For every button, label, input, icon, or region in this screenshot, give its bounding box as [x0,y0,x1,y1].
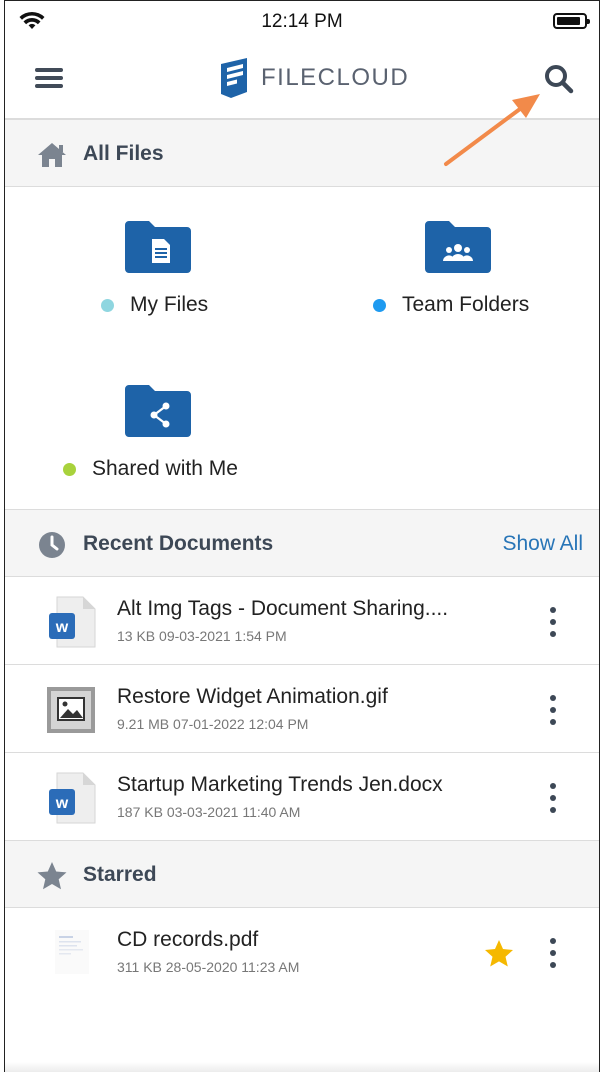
app-screen: 12:14 PM FILECLOUD All Files My Files Te… [4,0,600,1072]
file-name: Startup Marketing Trends Jen.docx [117,773,443,796]
folder-label: My Files [130,293,209,316]
more-options-icon[interactable] [547,783,559,813]
search-icon[interactable] [539,61,579,97]
folder-document-icon [125,221,191,273]
folder-team-icon [425,221,491,273]
folder-label: Shared with Me [92,457,238,480]
starred-star-icon[interactable] [483,938,515,970]
list-item[interactable]: w Alt Img Tags - Document Sharing.... 13… [5,577,599,665]
list-item[interactable]: CD records.pdf 311 KB 28-05-2020 11:23 A… [5,908,599,996]
filecloud-logo-icon [221,58,247,98]
app-header: FILECLOUD [5,41,599,119]
image-file-icon [47,687,95,733]
all-files-header: All Files [5,119,599,187]
file-name: Restore Widget Animation.gif [117,685,388,708]
file-name: CD records.pdf [117,928,259,951]
status-dot [63,462,76,476]
list-item[interactable]: Restore Widget Animation.gif 9.21 MB 07-… [5,665,599,753]
section-title: Recent Documents [83,532,274,555]
file-meta: 13 KB 09-03-2021 1:54 PM [117,628,287,644]
section-title: All Files [83,142,164,165]
starred-header: Starred [5,840,599,908]
more-options-icon[interactable] [547,695,559,725]
svg-text:w: w [55,795,69,812]
more-options-icon[interactable] [547,938,559,968]
star-icon [37,862,67,890]
status-bar: 12:14 PM [5,1,599,41]
file-name: Alt Img Tags - Document Sharing.... [117,597,449,620]
folder-share-icon [125,385,191,437]
list-item[interactable]: w Startup Marketing Trends Jen.docx 187 … [5,753,599,841]
status-dot [101,298,114,312]
home-icon [38,143,66,167]
battery-icon [553,13,590,29]
file-meta: 187 KB 03-03-2021 11:40 AM [117,804,301,820]
show-all-link[interactable]: Show All [502,532,583,556]
file-meta: 9.21 MB 07-01-2022 12:04 PM [117,716,309,732]
word-doc-icon: w [49,596,96,648]
section-title: Starred [83,863,157,886]
more-options-icon[interactable] [547,607,559,637]
filecloud-logo: FILECLOUD [219,55,409,101]
folder-label: Team Folders [402,293,530,316]
logo-text: FILECLOUD [261,64,410,91]
clock-icon [39,532,65,558]
pdf-thumbnail-icon [55,930,89,974]
recent-documents-header: Recent Documents Show All [5,509,599,577]
status-time: 12:14 PM [261,11,343,32]
hamburger-menu-icon[interactable] [35,65,65,91]
word-doc-icon: w [49,772,96,824]
svg-text:w: w [55,619,69,636]
bottom-shade [5,1062,599,1072]
file-meta: 311 KB 28-05-2020 11:23 AM [117,959,300,975]
status-dot [373,298,386,312]
